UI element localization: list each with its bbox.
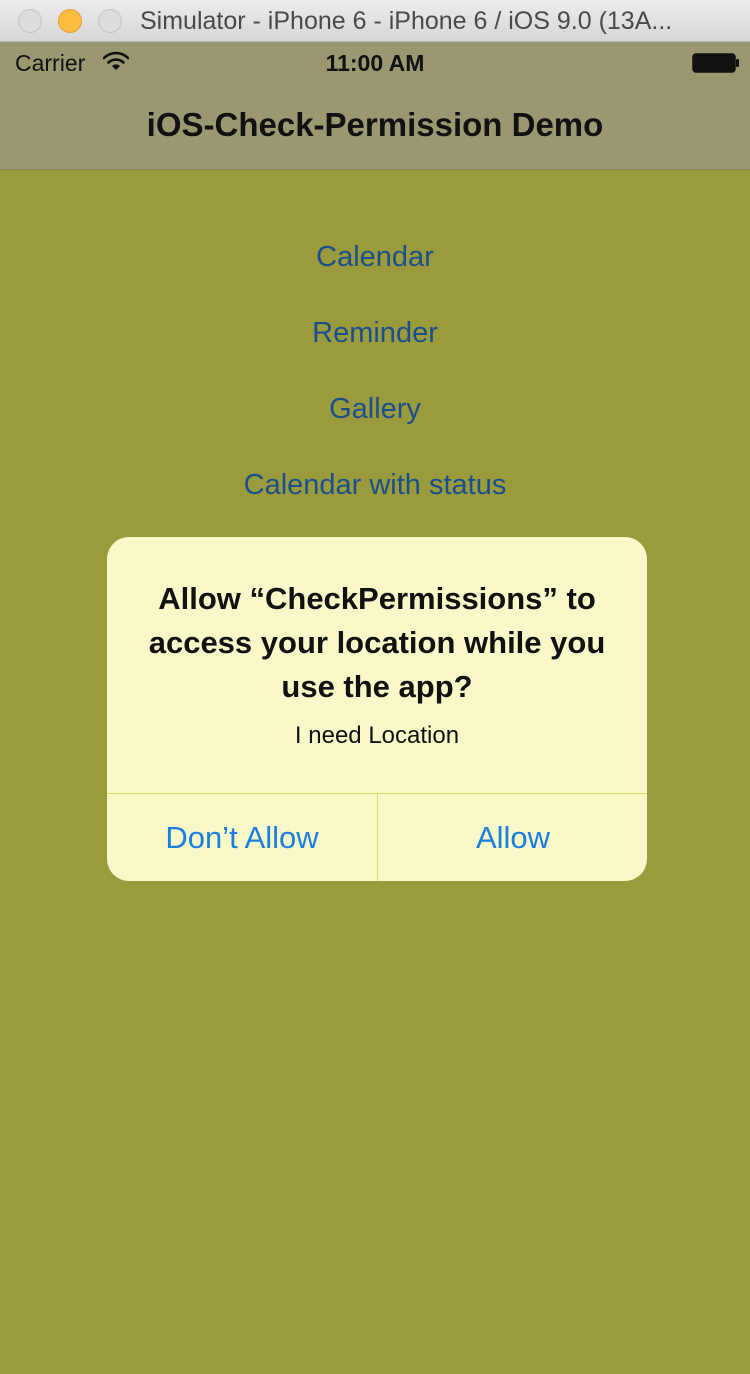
- close-window-icon[interactable]: [18, 9, 42, 33]
- window-title: Simulator - iPhone 6 - iPhone 6 / iOS 9.…: [140, 7, 673, 35]
- calendar-with-status-button[interactable]: Calendar with status: [0, 467, 750, 503]
- location-permission-alert: Allow “CheckPermissions” to access your …: [107, 537, 647, 881]
- allow-button[interactable]: Allow: [378, 794, 647, 881]
- gallery-button[interactable]: Gallery: [0, 391, 750, 427]
- navigation-bar: Carrier 11:00 AM iOS-Check-Permission De…: [0, 42, 750, 170]
- alert-message: I need Location: [294, 722, 460, 749]
- status-time: 11:00 AM: [325, 50, 425, 76]
- minimize-window-icon[interactable]: [58, 9, 82, 33]
- window-titlebar[interactable]: Simulator - iPhone 6 - iPhone 6 / iOS 9.…: [0, 0, 750, 42]
- simulator-window: Simulator - iPhone 6 - iPhone 6 / iOS 9.…: [0, 0, 750, 1374]
- reminder-button[interactable]: Reminder: [0, 315, 750, 351]
- zoom-window-icon[interactable]: [98, 9, 122, 33]
- calendar-button[interactable]: Calendar: [0, 239, 750, 275]
- page-title: iOS-Check-Permission Demo: [146, 106, 604, 143]
- dont-allow-button[interactable]: Don’t Allow: [107, 794, 377, 881]
- alert-title: Allow “CheckPermissions” to access your …: [148, 581, 606, 704]
- battery-icon: [692, 53, 739, 73]
